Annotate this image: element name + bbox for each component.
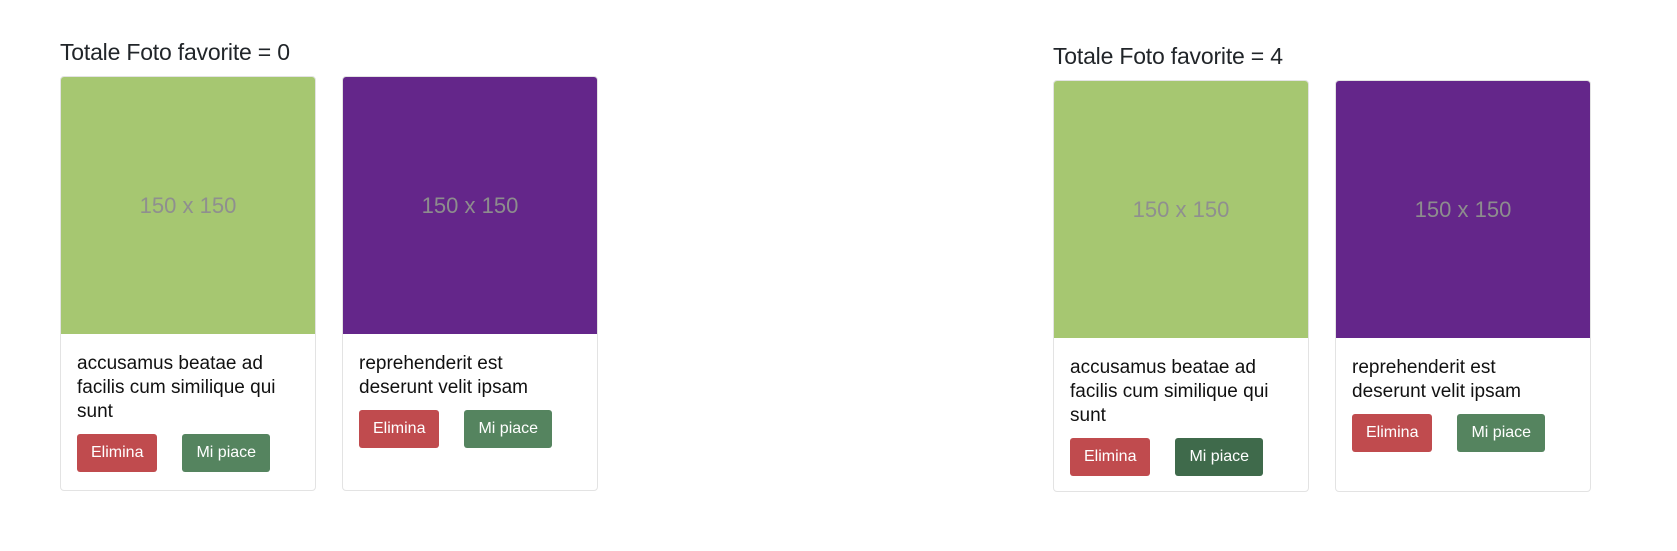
photo-thumbnail: 150 x 150 bbox=[1336, 81, 1590, 338]
card-body: reprehenderit est deserunt velit ipsam E… bbox=[1336, 338, 1590, 466]
photo-thumbnail: 150 x 150 bbox=[343, 77, 597, 334]
placeholder-image-label: 150 x 150 bbox=[1132, 196, 1230, 222]
photo-card-list: 150 x 150 accusamus beatae ad facilis cu… bbox=[60, 76, 620, 491]
card-body: accusamus beatae ad facilis cum similiqu… bbox=[1054, 338, 1308, 490]
delete-button[interactable]: Elimina bbox=[1352, 414, 1433, 452]
placeholder-image-label: 150 x 150 bbox=[1414, 196, 1512, 222]
card-actions: Elimina Mi piace bbox=[77, 434, 299, 472]
photo-thumbnail: 150 x 150 bbox=[1054, 81, 1308, 338]
placeholder-image-label: 150 x 150 bbox=[139, 192, 237, 218]
favorites-panel-left: Totale Foto favorite = 0 150 x 150 accus… bbox=[60, 36, 620, 547]
card-actions: Elimina Mi piace bbox=[359, 410, 581, 448]
photo-thumbnail: 150 x 150 bbox=[61, 77, 315, 334]
card-actions: Elimina Mi piace bbox=[1070, 438, 1292, 476]
card-body: reprehenderit est deserunt velit ipsam E… bbox=[343, 334, 597, 462]
delete-button[interactable]: Elimina bbox=[77, 434, 158, 472]
photo-card-list: 150 x 150 accusamus beatae ad facilis cu… bbox=[1053, 80, 1613, 492]
photo-card: 150 x 150 accusamus beatae ad facilis cu… bbox=[60, 76, 316, 491]
photo-card: 150 x 150 accusamus beatae ad facilis cu… bbox=[1053, 80, 1309, 492]
photo-card: 150 x 150 reprehenderit est deserunt vel… bbox=[1335, 80, 1591, 492]
photo-title: reprehenderit est deserunt velit ipsam bbox=[359, 353, 528, 398]
placeholder-image-label: 150 x 150 bbox=[421, 192, 519, 218]
favorites-total-heading: Totale Foto favorite = 0 bbox=[60, 39, 290, 65]
like-button[interactable]: Mi piace bbox=[1175, 438, 1264, 476]
photo-title: accusamus beatae ad facilis cum similiqu… bbox=[1070, 357, 1269, 426]
delete-button[interactable]: Elimina bbox=[359, 410, 440, 448]
card-actions: Elimina Mi piace bbox=[1352, 414, 1574, 452]
delete-button[interactable]: Elimina bbox=[1070, 438, 1151, 476]
like-button[interactable]: Mi piace bbox=[464, 410, 553, 448]
like-button[interactable]: Mi piace bbox=[1457, 414, 1546, 452]
favorites-total-heading: Totale Foto favorite = 4 bbox=[1053, 43, 1283, 69]
photo-card: 150 x 150 reprehenderit est deserunt vel… bbox=[342, 76, 598, 491]
like-button[interactable]: Mi piace bbox=[182, 434, 271, 472]
photo-title: accusamus beatae ad facilis cum similiqu… bbox=[77, 353, 276, 422]
card-body: accusamus beatae ad facilis cum similiqu… bbox=[61, 334, 315, 486]
photo-title: reprehenderit est deserunt velit ipsam bbox=[1352, 357, 1521, 402]
favorites-panel-right: Totale Foto favorite = 4 150 x 150 accus… bbox=[1053, 40, 1613, 551]
